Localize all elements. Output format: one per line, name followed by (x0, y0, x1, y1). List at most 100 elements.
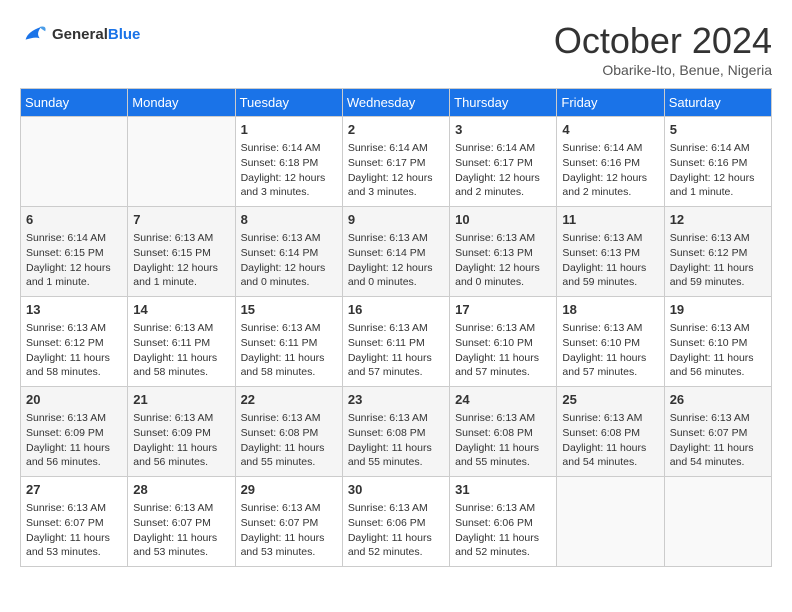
day-number: 16 (348, 301, 444, 319)
cell-info: Sunrise: 6:13 AM (133, 501, 229, 516)
cell-info: Sunrise: 6:13 AM (562, 411, 658, 426)
calendar-cell: 10Sunrise: 6:13 AMSunset: 6:13 PMDayligh… (450, 207, 557, 297)
cell-info: Sunset: 6:14 PM (348, 246, 444, 261)
calendar-cell: 25 Sunrise: 6:13 AMSunset: 6:08 PMDayligh… (557, 387, 664, 477)
cell-info: Sunrise: 6:14 AM (26, 231, 122, 246)
cell-info: Daylight: 11 hours and 54 minutes. (670, 441, 766, 470)
cell-info: Daylight: 11 hours and 57 minutes. (455, 351, 551, 380)
cell-info: Sunset: 6:08 PM (562, 426, 658, 441)
day-number: 28 (133, 481, 229, 499)
day-number: 9 (348, 211, 444, 229)
day-number: 26 (670, 391, 766, 409)
cell-info: Daylight: 11 hours and 58 minutes. (26, 351, 122, 380)
calendar-cell: 2Sunrise: 6:14 AMSunset: 6:17 PMDaylight… (342, 117, 449, 207)
cell-info: Sunset: 6:12 PM (26, 336, 122, 351)
cell-info: Daylight: 11 hours and 55 minutes. (348, 441, 444, 470)
cell-info: Sunrise: 6:13 AM (348, 321, 444, 336)
calendar-table: SundayMondayTuesdayWednesdayThursdayFrid… (20, 88, 772, 567)
cell-info: Sunset: 6:09 PM (133, 426, 229, 441)
day-header-tuesday: Tuesday (235, 89, 342, 117)
cell-info: Daylight: 12 hours and 0 minutes. (241, 261, 337, 290)
cell-info: Sunset: 6:10 PM (562, 336, 658, 351)
cell-info: Sunrise: 6:13 AM (455, 501, 551, 516)
day-number: 7 (133, 211, 229, 229)
cell-info: Sunset: 6:12 PM (670, 246, 766, 261)
cell-info: Sunset: 6:07 PM (26, 516, 122, 531)
cell-info: Sunset: 6:08 PM (455, 426, 551, 441)
cell-info: Sunset: 6:07 PM (241, 516, 337, 531)
cell-info: Sunrise: 6:14 AM (455, 141, 551, 156)
cell-info: Sunrise: 6:14 AM (348, 141, 444, 156)
day-number: 1 (241, 121, 337, 139)
cell-info: Daylight: 11 hours and 55 minutes. (241, 441, 337, 470)
cell-info: Sunrise: 6:13 AM (562, 231, 658, 246)
cell-info: Sunset: 6:06 PM (348, 516, 444, 531)
cell-info: Daylight: 11 hours and 59 minutes. (670, 261, 766, 290)
calendar-cell: 28Sunrise: 6:13 AMSunset: 6:07 PMDayligh… (128, 477, 235, 567)
cell-info: Daylight: 11 hours and 56 minutes. (133, 441, 229, 470)
cell-info: Sunset: 6:08 PM (241, 426, 337, 441)
cell-info: Sunset: 6:10 PM (670, 336, 766, 351)
cell-info: Daylight: 12 hours and 1 minute. (26, 261, 122, 290)
calendar-cell: 1Sunrise: 6:14 AMSunset: 6:18 PMDaylight… (235, 117, 342, 207)
day-number: 30 (348, 481, 444, 499)
cell-info: Sunrise: 6:13 AM (348, 411, 444, 426)
cell-info: Sunrise: 6:14 AM (670, 141, 766, 156)
cell-info: Daylight: 12 hours and 2 minutes. (562, 171, 658, 200)
cell-info: Daylight: 12 hours and 3 minutes. (241, 171, 337, 200)
day-header-monday: Monday (128, 89, 235, 117)
day-number: 27 (26, 481, 122, 499)
cell-info: Daylight: 12 hours and 3 minutes. (348, 171, 444, 200)
day-number: 11 (562, 211, 658, 229)
calendar-cell: 3Sunrise: 6:14 AMSunset: 6:17 PMDaylight… (450, 117, 557, 207)
day-number: 17 (455, 301, 551, 319)
calendar-cell: 20Sunrise: 6:13 AMSunset: 6:09 PMDayligh… (21, 387, 128, 477)
day-header-thursday: Thursday (450, 89, 557, 117)
calendar-cell: 7Sunrise: 6:13 AMSunset: 6:15 PMDaylight… (128, 207, 235, 297)
calendar-cell: 21 Sunrise: 6:13 AMSunset: 6:09 PMDayligh… (128, 387, 235, 477)
cell-info: Sunset: 6:09 PM (26, 426, 122, 441)
cell-info: Daylight: 11 hours and 54 minutes. (562, 441, 658, 470)
calendar-cell: 12Sunrise: 6:13 AMSunset: 6:12 PMDayligh… (664, 207, 771, 297)
cell-info: Daylight: 11 hours and 56 minutes. (26, 441, 122, 470)
logo: GeneralBlue (20, 20, 140, 48)
day-header-saturday: Saturday (664, 89, 771, 117)
cell-info: Sunset: 6:17 PM (455, 156, 551, 171)
calendar-cell: 31Sunrise: 6:13 AMSunset: 6:06 PMDayligh… (450, 477, 557, 567)
calendar-cell: 18 Sunrise: 6:13 AMSunset: 6:10 PMDayligh… (557, 297, 664, 387)
calendar-cell: 24Sunrise: 6:13 AMSunset: 6:08 PMDayligh… (450, 387, 557, 477)
day-number: 12 (670, 211, 766, 229)
cell-info: Sunrise: 6:13 AM (133, 231, 229, 246)
cell-info: Daylight: 11 hours and 56 minutes. (670, 351, 766, 380)
day-number: 23 (348, 391, 444, 409)
day-header-sunday: Sunday (21, 89, 128, 117)
cell-info: Daylight: 12 hours and 1 minute. (670, 171, 766, 200)
cell-info: Sunrise: 6:13 AM (26, 411, 122, 426)
cell-info: Sunset: 6:11 PM (133, 336, 229, 351)
cell-info: Sunset: 6:16 PM (670, 156, 766, 171)
cell-info: Daylight: 11 hours and 59 minutes. (562, 261, 658, 290)
day-number: 18 (562, 301, 658, 319)
cell-info: Sunrise: 6:13 AM (562, 321, 658, 336)
cell-info: Sunrise: 6:13 AM (241, 501, 337, 516)
day-number: 13 (26, 301, 122, 319)
cell-info: Sunrise: 6:13 AM (133, 411, 229, 426)
calendar-cell: 5Sunrise: 6:14 AMSunset: 6:16 PMDaylight… (664, 117, 771, 207)
day-number: 3 (455, 121, 551, 139)
cell-info: Daylight: 11 hours and 57 minutes. (562, 351, 658, 380)
calendar-cell: 13Sunrise: 6:13 AMSunset: 6:12 PMDayligh… (21, 297, 128, 387)
day-number: 21 (133, 391, 229, 409)
calendar-cell: 22Sunrise: 6:13 AMSunset: 6:08 PMDayligh… (235, 387, 342, 477)
cell-info: Sunset: 6:13 PM (455, 246, 551, 261)
day-header-wednesday: Wednesday (342, 89, 449, 117)
cell-info: Sunrise: 6:13 AM (241, 321, 337, 336)
calendar-cell: 9Sunrise: 6:13 AMSunset: 6:14 PMDaylight… (342, 207, 449, 297)
cell-info: Sunset: 6:15 PM (26, 246, 122, 261)
cell-info: Daylight: 11 hours and 52 minutes. (455, 531, 551, 560)
week-row-2: 6Sunrise: 6:14 AMSunset: 6:15 PMDaylight… (21, 207, 772, 297)
cell-info: Sunrise: 6:13 AM (455, 231, 551, 246)
cell-info: Sunset: 6:11 PM (348, 336, 444, 351)
cell-info: Sunset: 6:15 PM (133, 246, 229, 261)
day-number: 10 (455, 211, 551, 229)
day-number: 25 (562, 391, 658, 409)
